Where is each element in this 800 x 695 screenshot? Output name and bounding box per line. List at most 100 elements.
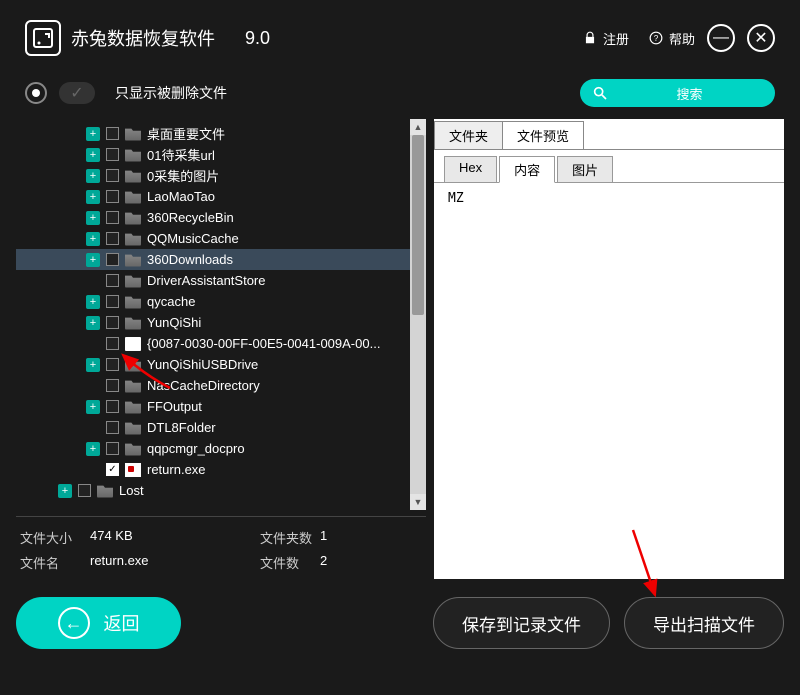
expand-toggle[interactable]: + — [86, 169, 100, 183]
expand-toggle[interactable]: + — [86, 358, 100, 372]
register-label: 注册 — [603, 29, 629, 48]
folder-icon — [125, 148, 141, 162]
preview-tab-secondary[interactable]: 内容 — [499, 156, 555, 183]
tree-item[interactable]: NasCacheDirectory — [16, 375, 426, 396]
expand-toggle — [86, 421, 100, 435]
tree-item-label: 01待采集url — [147, 145, 215, 164]
expand-toggle — [86, 463, 100, 477]
register-link[interactable]: 注册 — [583, 29, 629, 48]
expand-toggle[interactable]: + — [86, 316, 100, 330]
folder-icon — [125, 190, 141, 204]
tree-checkbox[interactable] — [106, 190, 119, 203]
help-icon: ? — [649, 31, 663, 45]
expand-toggle[interactable]: + — [86, 295, 100, 309]
tree-item[interactable]: + 桌面重要文件 — [16, 123, 426, 144]
expand-toggle[interactable]: + — [86, 253, 100, 267]
expand-toggle[interactable]: + — [86, 232, 100, 246]
tree-item[interactable]: {0087-0030-00FF-00E5-0041-009A-00... — [16, 333, 426, 354]
expand-toggle[interactable]: + — [86, 190, 100, 204]
tree-item[interactable]: +360RecycleBin — [16, 207, 426, 228]
tree-checkbox[interactable]: ✓ — [106, 463, 119, 476]
expand-toggle[interactable]: + — [86, 211, 100, 225]
tree-item-label: NasCacheDirectory — [147, 378, 260, 393]
folder-icon — [97, 484, 113, 498]
tree-checkbox[interactable] — [106, 169, 119, 182]
folder-icon — [125, 211, 141, 225]
file-info: 文件大小 474 KB 文件夹数 1 文件名 return.exe 文件数 2 — [16, 516, 426, 579]
preview-tab-secondary[interactable]: 图片 — [557, 156, 613, 182]
expand-toggle[interactable]: + — [86, 148, 100, 162]
expand-toggle[interactable]: + — [58, 484, 72, 498]
scroll-up-button[interactable]: ▲ — [410, 119, 426, 135]
file-tree[interactable]: +桌面重要文件+01待采集url+0采集的图片+LaoMaoTao+360Rec… — [16, 119, 426, 505]
tree-checkbox[interactable] — [106, 316, 119, 329]
main-split: +桌面重要文件+01待采集url+0采集的图片+LaoMaoTao+360Rec… — [0, 119, 800, 579]
expand-toggle[interactable]: + — [86, 442, 100, 456]
filter-toggle[interactable]: ✓ — [59, 82, 95, 104]
tree-item-label: LaoMaoTao — [147, 189, 215, 204]
minimize-button[interactable]: — — [707, 24, 735, 52]
tree-item[interactable]: + qqpcmgr_docpro — [16, 438, 426, 459]
expand-toggle[interactable]: + — [86, 127, 100, 141]
tree-item-label: Lost — [119, 483, 144, 498]
tree-checkbox[interactable] — [106, 211, 119, 224]
tree-scrollbar[interactable]: ▲ ▼ — [410, 119, 426, 510]
back-button[interactable]: ← 返回 — [16, 597, 181, 649]
files-label: 文件数 — [260, 553, 320, 572]
preview-tab-secondary[interactable]: Hex — [444, 156, 497, 182]
tree-item[interactable]: +01待采集url — [16, 144, 426, 165]
tree-item[interactable]: ✓ return.exe — [16, 459, 426, 480]
preview-tab-primary[interactable]: 文件预览 — [502, 121, 584, 149]
tree-checkbox[interactable] — [106, 127, 119, 140]
tree-item-label: 桌面重要文件 — [147, 124, 225, 143]
size-label: 文件大小 — [20, 528, 90, 547]
export-scan-button[interactable]: 导出扫描文件 — [624, 597, 784, 649]
tree-item[interactable]: + LaoMaoTao — [16, 186, 426, 207]
tree-checkbox[interactable] — [78, 484, 91, 497]
expand-toggle — [86, 274, 100, 288]
tree-checkbox[interactable] — [106, 337, 119, 350]
tree-item-label: 0采集的图片 — [147, 166, 219, 185]
tree-item[interactable]: +360Downloads — [16, 249, 426, 270]
tree-item-label: return.exe — [147, 462, 206, 477]
export-scan-label: 导出扫描文件 — [653, 611, 755, 636]
tree-item[interactable]: +YunQiShiUSBDrive — [16, 354, 426, 375]
preview-tab-primary[interactable]: 文件夹 — [434, 121, 503, 149]
save-record-label: 保存到记录文件 — [462, 611, 581, 636]
tree-item[interactable]: +QQMusicCache — [16, 228, 426, 249]
tree-item[interactable]: DriverAssistantStore — [16, 270, 426, 291]
folder-icon — [125, 442, 141, 456]
tree-item-label: qqpcmgr_docpro — [147, 441, 245, 456]
tree-checkbox[interactable] — [106, 379, 119, 392]
tree-checkbox[interactable] — [106, 253, 119, 266]
filter-radio[interactable] — [25, 82, 47, 104]
help-link[interactable]: ? 帮助 — [649, 29, 695, 48]
tree-checkbox[interactable] — [106, 358, 119, 371]
tree-checkbox[interactable] — [106, 295, 119, 308]
files-value: 2 — [320, 553, 327, 572]
folder-icon — [125, 316, 141, 330]
titlebar: 赤兔数据恢复软件 9.0 注册 ? 帮助 — ✕ — [0, 0, 800, 71]
tree-item[interactable]: +FFOutput — [16, 396, 426, 417]
back-label: 返回 — [104, 610, 140, 636]
tree-checkbox[interactable] — [106, 274, 119, 287]
tree-scroll: +桌面重要文件+01待采集url+0采集的图片+LaoMaoTao+360Rec… — [16, 119, 426, 510]
tree-item[interactable]: DTL8Folder — [16, 417, 426, 438]
close-button[interactable]: ✕ — [747, 24, 775, 52]
tree-item[interactable]: +YunQiShi — [16, 312, 426, 333]
tree-item[interactable]: +qycache — [16, 291, 426, 312]
tree-item[interactable]: + Lost — [16, 480, 426, 501]
save-record-button[interactable]: 保存到记录文件 — [433, 597, 610, 649]
tree-checkbox[interactable] — [106, 148, 119, 161]
tree-checkbox[interactable] — [106, 442, 119, 455]
tree-checkbox[interactable] — [106, 400, 119, 413]
scroll-down-button[interactable]: ▼ — [410, 494, 426, 510]
scroll-thumb[interactable] — [412, 135, 424, 315]
tree-checkbox[interactable] — [106, 421, 119, 434]
search-button[interactable]: 搜索 — [580, 79, 775, 107]
tree-checkbox[interactable] — [106, 232, 119, 245]
expand-toggle[interactable]: + — [86, 400, 100, 414]
file-icon — [125, 337, 141, 351]
tree-item[interactable]: +0采集的图片 — [16, 165, 426, 186]
tree-item-label: DriverAssistantStore — [147, 273, 265, 288]
